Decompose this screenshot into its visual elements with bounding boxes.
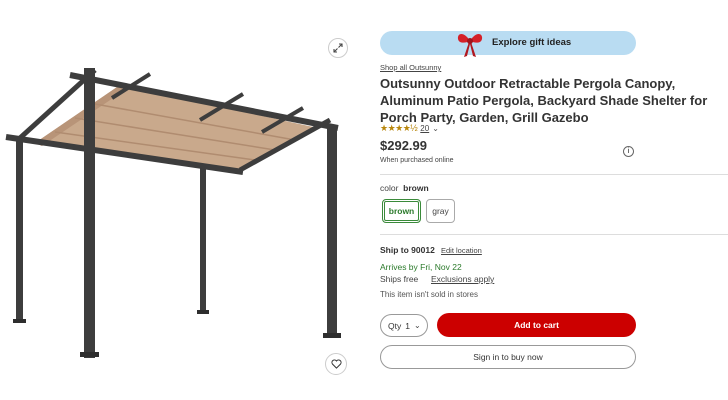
color-label-text: color bbox=[380, 183, 399, 193]
expand-icon bbox=[333, 43, 343, 53]
explore-gifts-label: Explore gift ideas bbox=[492, 37, 572, 48]
favorite-button[interactable] bbox=[325, 353, 347, 375]
quantity-value: 1 bbox=[405, 320, 410, 331]
product-gallery bbox=[0, 0, 365, 400]
exclusions-apply-link[interactable]: Exclusions apply bbox=[431, 274, 494, 284]
product-image[interactable] bbox=[0, 50, 360, 370]
rating-stars: ★★★★½ bbox=[380, 123, 418, 133]
divider bbox=[380, 174, 728, 175]
expand-image-button[interactable] bbox=[328, 38, 348, 58]
color-option-gray[interactable]: gray bbox=[426, 199, 455, 223]
gift-bow-icon bbox=[457, 34, 483, 57]
explore-gifts-banner[interactable]: Explore gift ideas bbox=[380, 31, 636, 57]
info-icon[interactable]: i bbox=[623, 146, 634, 157]
product-rating[interactable]: ★★★★½ 20 ⌄ bbox=[380, 123, 439, 134]
chevron-down-icon: ⌄ bbox=[432, 124, 439, 133]
quantity-label: Qty bbox=[388, 320, 402, 331]
chevron-down-icon: ⌄ bbox=[413, 321, 421, 330]
edit-location-link[interactable]: Edit location bbox=[441, 246, 482, 255]
not-sold-in-stores-text: This item isn't sold in stores bbox=[380, 290, 479, 299]
product-title: Outsunny Outdoor Retractable Pergola Can… bbox=[380, 76, 708, 125]
shop-all-brand-link[interactable]: Shop all Outsunny bbox=[380, 63, 441, 72]
product-price: $292.99 bbox=[380, 138, 427, 153]
product-details: Explore gift ideas Shop all Outsunny Out… bbox=[380, 0, 728, 400]
arrival-date: Arrives by Fri, Nov 22 bbox=[380, 262, 462, 272]
quantity-select[interactable]: Qty 1 ⌄ bbox=[380, 314, 428, 337]
divider bbox=[380, 234, 728, 235]
color-label: color brown bbox=[380, 183, 429, 193]
selected-color-value: brown bbox=[403, 183, 429, 193]
color-option-brown[interactable]: brown bbox=[382, 199, 421, 223]
rating-count-link[interactable]: 20 bbox=[420, 124, 429, 133]
price-note: When purchased online bbox=[380, 157, 454, 164]
ships-free-text: Ships free bbox=[380, 274, 419, 284]
sign-in-to-buy-button[interactable]: Sign in to buy now bbox=[380, 345, 636, 369]
heart-icon bbox=[330, 359, 342, 369]
add-to-cart-button[interactable]: Add to cart bbox=[437, 313, 636, 337]
ship-to-zip: Ship to 90012 bbox=[380, 245, 435, 255]
